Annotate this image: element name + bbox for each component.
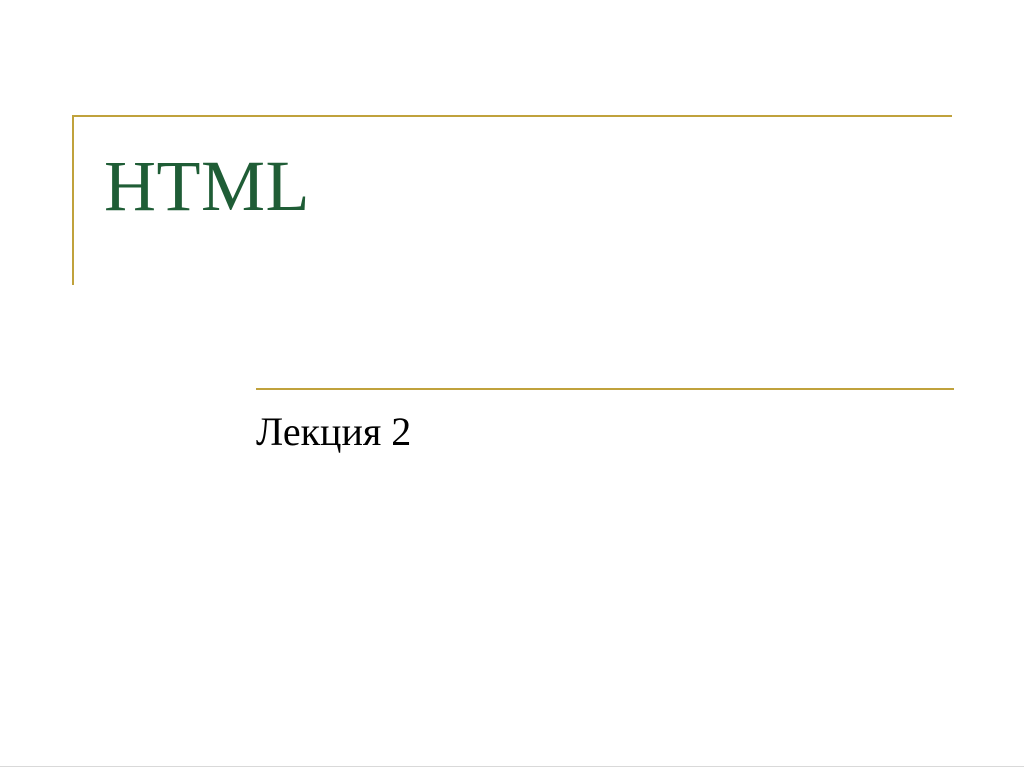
slide-title: HTML — [104, 145, 310, 228]
slide-subtitle: Лекция 2 — [256, 408, 411, 455]
subtitle-rule — [256, 388, 954, 390]
